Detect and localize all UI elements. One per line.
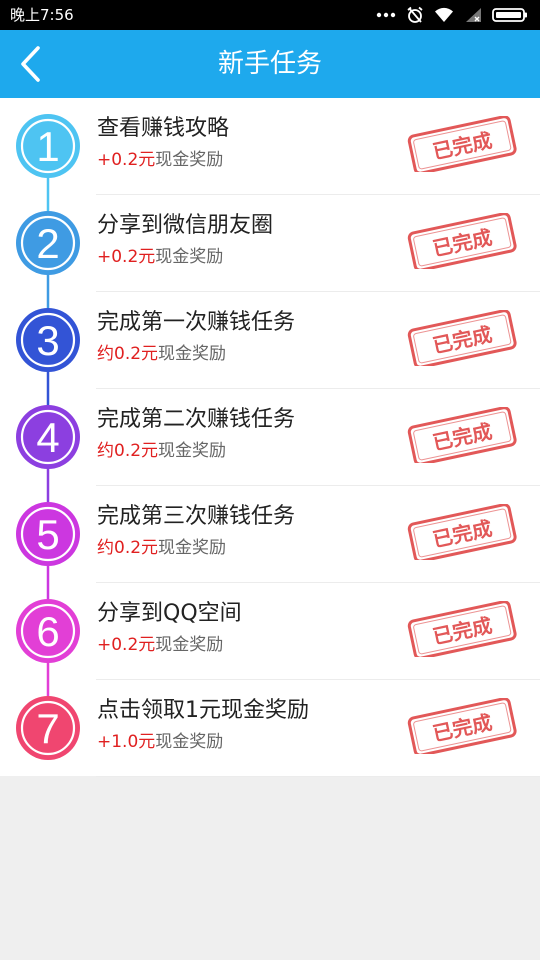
step-number: 6 <box>36 608 59 655</box>
page-title: 新手任务 <box>217 49 322 79</box>
wifi-icon <box>435 7 453 22</box>
task-reward: 约0.2元现金奖励 <box>97 439 226 463</box>
task-title: 查看赚钱攻略 <box>97 116 230 141</box>
completed-stamp: 已完成 <box>407 213 517 269</box>
task-title: 完成第一次赚钱任务 <box>97 310 296 335</box>
task-reward: +0.2元现金奖励 <box>97 245 223 269</box>
task-reward: +1.0元现金奖励 <box>97 730 223 754</box>
reward-label: 现金奖励 <box>155 635 224 655</box>
step-number-badge: 7 <box>16 696 80 760</box>
cellular-signal-icon <box>466 8 481 22</box>
task-title: 分享到QQ空间 <box>97 601 242 626</box>
completed-stamp: 已完成 <box>407 601 517 657</box>
reward-amount: 约0.2元 <box>97 441 159 461</box>
battery-icon <box>492 8 527 22</box>
reward-amount: +1.0元 <box>97 732 156 752</box>
task-title: 分享到微信朋友圈 <box>97 213 274 238</box>
completed-stamp: 已完成 <box>407 310 517 366</box>
status-icons <box>376 5 528 25</box>
step-number-badge: 1 <box>16 114 80 178</box>
reward-amount: 约0.2元 <box>97 538 159 558</box>
reward-amount: 约0.2元 <box>97 344 159 364</box>
task-title: 完成第二次赚钱任务 <box>97 407 296 432</box>
task-reward: 约0.2元现金奖励 <box>97 342 226 366</box>
task-title: 点击领取1元现金奖励 <box>97 698 309 723</box>
step-number-badge: 2 <box>16 211 80 275</box>
step-number-badge: 3 <box>16 308 80 372</box>
alarm-off-icon <box>407 6 423 23</box>
reward-amount: +0.2元 <box>97 635 156 655</box>
reward-amount: +0.2元 <box>97 150 156 170</box>
reward-label: 现金奖励 <box>155 247 224 267</box>
reward-label: 现金奖励 <box>155 732 224 752</box>
task-reward: +0.2元现金奖励 <box>97 148 223 172</box>
task-reward: 约0.2元现金奖励 <box>97 536 226 560</box>
status-time: 晚上7:56 <box>10 6 74 24</box>
step-number: 1 <box>36 123 59 170</box>
task-row[interactable]: 7 点击领取1元现金奖励 +1.0元现金奖励 已完成 <box>0 680 540 777</box>
row-divider <box>96 776 540 777</box>
step-number-badge: 4 <box>16 405 80 469</box>
reward-label: 现金奖励 <box>158 538 227 558</box>
task-row[interactable]: 6 分享到QQ空间 +0.2元现金奖励 已完成 <box>0 583 540 680</box>
task-row[interactable]: 3 完成第一次赚钱任务 约0.2元现金奖励 已完成 <box>0 292 540 389</box>
step-number: 3 <box>36 317 59 364</box>
step-number: 5 <box>36 511 59 558</box>
completed-stamp: 已完成 <box>407 698 517 754</box>
completed-stamp: 已完成 <box>407 116 517 172</box>
step-number: 7 <box>36 705 59 752</box>
task-row[interactable]: 1 查看赚钱攻略 +0.2元现金奖励 已完成 <box>0 98 540 195</box>
completed-stamp: 已完成 <box>407 504 517 560</box>
app-bar: 新手任务 <box>0 30 540 98</box>
task-title: 完成第三次赚钱任务 <box>97 504 296 529</box>
step-number: 2 <box>36 220 59 267</box>
reward-amount: +0.2元 <box>97 247 156 267</box>
task-reward: +0.2元现金奖励 <box>97 633 223 657</box>
reward-label: 现金奖励 <box>158 344 227 364</box>
task-row[interactable]: 5 完成第三次赚钱任务 约0.2元现金奖励 已完成 <box>0 486 540 583</box>
task-row[interactable]: 2 分享到微信朋友圈 +0.2元现金奖励 已完成 <box>0 195 540 292</box>
task-row[interactable]: 4 完成第二次赚钱任务 约0.2元现金奖励 已完成 <box>0 389 540 486</box>
step-number-badge: 5 <box>16 502 80 566</box>
more-dots-icon <box>376 12 396 18</box>
task-list: 1 查看赚钱攻略 +0.2元现金奖励 已完成 2 分享到微信朋友圈 +0.2元现… <box>0 98 540 777</box>
completed-stamp: 已完成 <box>407 407 517 463</box>
step-number: 4 <box>36 414 59 461</box>
reward-label: 现金奖励 <box>155 150 224 170</box>
reward-label: 现金奖励 <box>158 441 227 461</box>
step-number-badge: 6 <box>16 599 80 663</box>
status-bar: 晚上7:56 <box>0 0 540 30</box>
